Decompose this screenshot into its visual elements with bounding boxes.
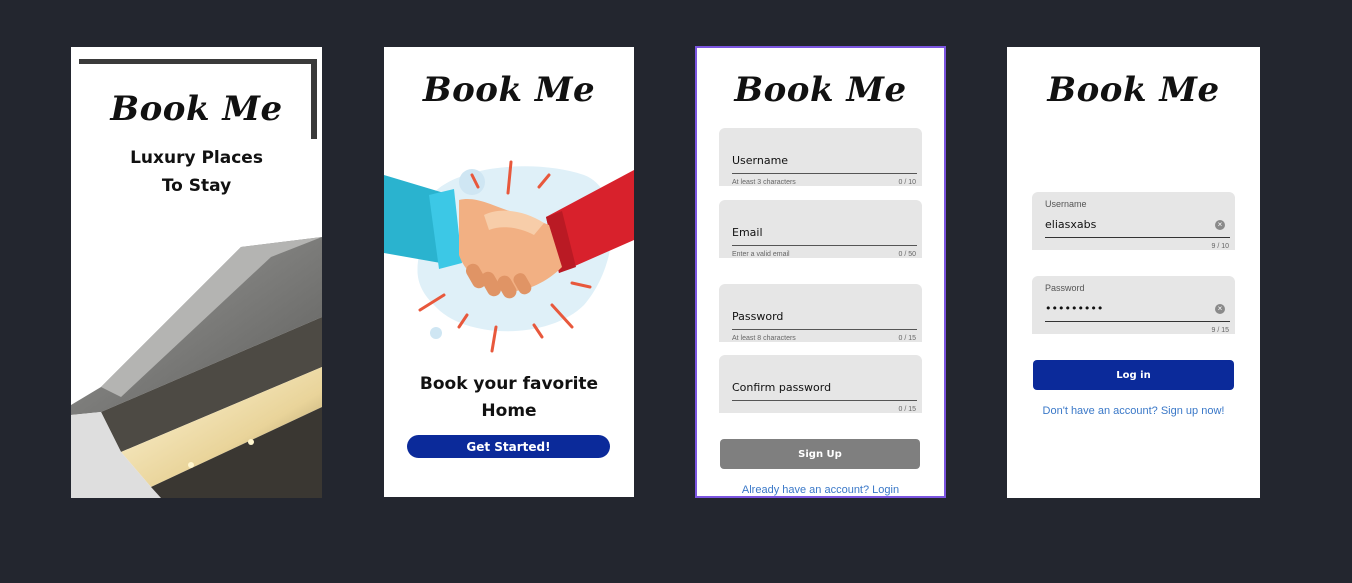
onboarding-screen: Book Me Book your favorite Home Get Star… — [384, 47, 634, 497]
email-counter: 0 / 50 — [898, 251, 916, 258]
brand-logo: Book Me — [1047, 70, 1220, 110]
log-in-button[interactable]: Log in — [1033, 360, 1234, 390]
username-value: eliasxabs — [1045, 218, 1097, 231]
email-underline — [732, 245, 917, 246]
username-underline — [1045, 237, 1230, 238]
tagline-line-2: To Stay — [161, 176, 232, 196]
signup-screen: Book Me Username At least 3 characters 0… — [695, 46, 946, 498]
email-field[interactable]: Email Enter a valid email 0 / 50 — [719, 200, 922, 258]
login-screen: Book Me Username eliasxabs × 9 / 10 Pass… — [1007, 47, 1260, 498]
brand-logo: Book Me — [110, 89, 283, 129]
password-hint: At least 8 characters — [732, 335, 796, 342]
password-label: Password — [732, 310, 784, 323]
splash-screen: Book Me Luxury Places To Stay — [71, 47, 322, 498]
password-field[interactable]: Password ••••••••• × 9 / 15 — [1032, 276, 1235, 334]
building-image — [71, 237, 322, 498]
username-counter: 0 / 10 — [898, 179, 916, 186]
clear-icon[interactable]: × — [1215, 220, 1225, 230]
confirm-password-counter: 0 / 15 — [898, 406, 916, 413]
handshake-illustration — [384, 160, 634, 353]
headline-line-2: Home — [481, 401, 537, 421]
tagline-line-1: Luxury Places — [130, 148, 263, 168]
login-link[interactable]: Already have an account? Login — [697, 484, 944, 496]
clear-icon[interactable]: × — [1215, 304, 1225, 314]
username-counter: 9 / 10 — [1211, 243, 1229, 250]
sign-up-button[interactable]: Sign Up — [720, 439, 920, 469]
username-field[interactable]: Username At least 3 characters 0 / 10 — [719, 128, 922, 186]
confirm-password-label: Confirm password — [732, 381, 832, 394]
username-label: Username — [732, 154, 789, 167]
email-label: Email — [732, 226, 763, 239]
password-counter: 0 / 15 — [898, 335, 916, 342]
password-counter: 9 / 15 — [1211, 327, 1229, 334]
signup-link[interactable]: Don't have an account? Sign up now! — [1007, 405, 1260, 417]
email-hint: Enter a valid email — [732, 251, 790, 258]
password-label: Password — [1045, 283, 1085, 293]
username-label: Username — [1045, 199, 1087, 209]
username-underline — [732, 173, 917, 174]
password-field[interactable]: Password At least 8 characters 0 / 15 — [719, 284, 922, 342]
headline-line-1: Book your favorite — [419, 374, 599, 394]
username-field[interactable]: Username eliasxabs × 9 / 10 — [1032, 192, 1235, 250]
brand-logo: Book Me — [422, 70, 596, 110]
password-value: ••••••••• — [1045, 302, 1104, 315]
get-started-button[interactable]: Get Started! — [407, 435, 610, 458]
password-underline — [1045, 321, 1230, 322]
brand-logo: Book Me — [734, 70, 907, 110]
username-hint: At least 3 characters — [732, 179, 796, 186]
password-underline — [732, 329, 917, 330]
confirm-password-field[interactable]: Confirm password 0 / 15 — [719, 355, 922, 413]
confirm-password-underline — [732, 400, 917, 401]
